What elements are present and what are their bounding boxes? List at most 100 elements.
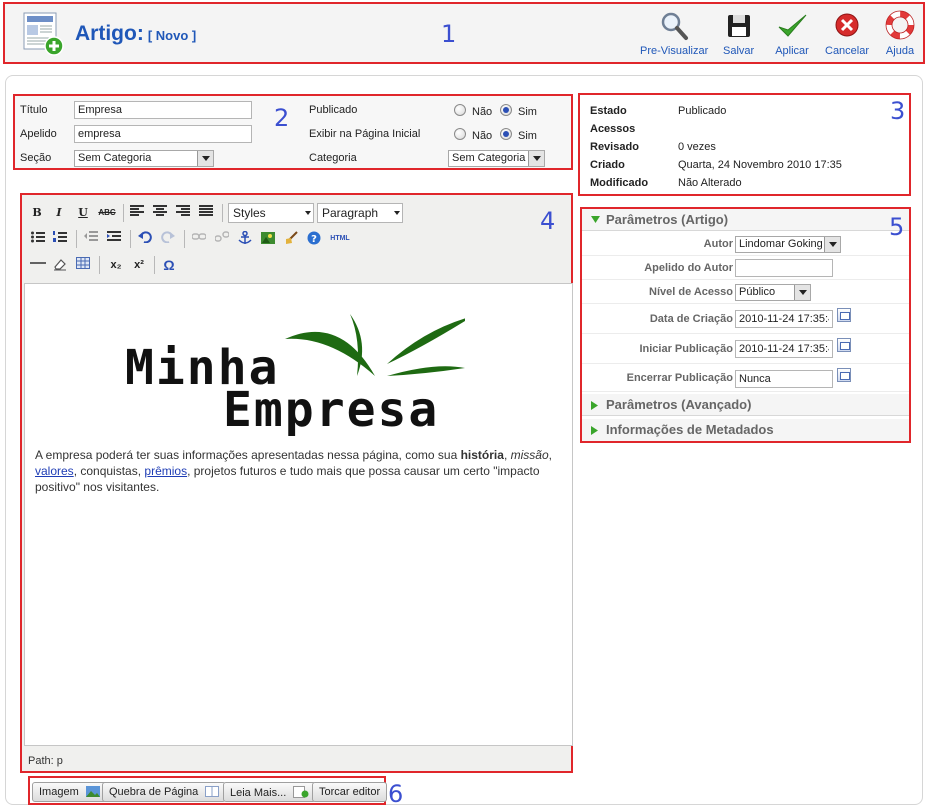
quebra-pagina-button[interactable]: Quebra de Página [102, 782, 227, 802]
align-center-button[interactable] [152, 205, 168, 221]
horizontal-rule-button[interactable] [30, 257, 46, 273]
numbered-list-icon [53, 231, 67, 242]
underline-button[interactable]: U [76, 205, 90, 221]
status-panel: Estado Publicado Acessos Revisado 0 veze… [578, 93, 911, 196]
bullet-list-button[interactable] [30, 231, 46, 247]
imagem-button[interactable]: Imagem [32, 782, 107, 802]
link-premios[interactable]: prêmios [144, 464, 187, 478]
autor-select[interactable]: Lindomar Goking [735, 236, 841, 253]
parameters-panel: Parâmetros (Artigo) 5 Autor Lindomar Gok… [580, 207, 911, 443]
link-button[interactable] [191, 231, 207, 247]
anchor-icon [238, 230, 252, 244]
preview-button[interactable]: Pre-Visualizar [640, 10, 708, 57]
titulo-input[interactable] [74, 101, 252, 119]
encerrar-publicacao-row: Encerrar Publicação [582, 364, 909, 392]
editor-extra-buttons: Imagem Quebra de Página Leia Mais... Tor… [28, 776, 388, 805]
publicado-nao-radio[interactable] [454, 104, 466, 116]
apply-button[interactable]: Aplicar [775, 10, 809, 57]
insert-image-button[interactable] [260, 231, 276, 247]
section-parametros-artigo[interactable]: Parâmetros (Artigo) [582, 209, 909, 231]
broom-icon [286, 231, 298, 244]
apelido-input[interactable] [74, 125, 252, 143]
redo-button[interactable] [160, 231, 176, 247]
publicado-nao-label: Não [472, 106, 493, 118]
help-button[interactable]: Ajuda [885, 10, 915, 57]
toolbar-separator [130, 230, 131, 248]
editor-content-area[interactable]: Minha Empresa A empresa poderá ter suas … [24, 283, 573, 746]
publicado-label: Publicado [309, 104, 358, 116]
exibir-sim-radio[interactable] [500, 128, 512, 140]
chevron-down-icon [794, 285, 810, 300]
article-new-icon [22, 11, 66, 57]
outdent-button[interactable] [83, 231, 99, 247]
autor-row: Autor Lindomar Goking [582, 232, 909, 256]
leia-mais-button[interactable]: Leia Mais... [223, 782, 317, 802]
indent-button[interactable] [106, 231, 122, 247]
publicado-sim-radio[interactable] [500, 104, 512, 116]
apelido-autor-label: Apelido do Autor [644, 262, 733, 274]
remove-format-button[interactable] [52, 257, 68, 273]
chevron-down-icon [824, 237, 840, 252]
secao-select[interactable]: Sem Categoria [74, 150, 214, 167]
calendar-icon[interactable] [837, 338, 851, 352]
anchor-button[interactable] [237, 230, 253, 247]
strikethrough-button[interactable]: ABC [96, 205, 118, 221]
help-editor-button[interactable]: ? [306, 231, 322, 247]
apelido-autor-input[interactable] [735, 259, 833, 277]
categoria-select[interactable]: Sem Categoria [448, 150, 545, 167]
italic-word: missão [510, 448, 549, 462]
align-justify-button[interactable] [198, 205, 214, 221]
bullet-list-icon [31, 231, 45, 243]
calendar-icon[interactable] [837, 308, 851, 322]
cancel-button[interactable]: Cancelar [825, 10, 869, 57]
numbered-list-button[interactable] [52, 231, 68, 247]
toggle-editor-button[interactable]: Torcar editor [312, 782, 388, 802]
exibir-sim-label: Sim [518, 130, 537, 142]
section-metadados[interactable]: Informações de Metadados [582, 419, 909, 441]
subscript-button[interactable]: x₂ [107, 257, 125, 273]
redo-icon [161, 231, 175, 244]
data-criacao-input[interactable] [735, 310, 833, 328]
toolbar-separator [99, 256, 100, 274]
secao-label: Seção [20, 152, 52, 164]
bold-word: história [460, 448, 504, 462]
image-icon [85, 786, 100, 797]
superscript-button[interactable]: x² [130, 257, 148, 273]
format-dropdown[interactable]: Paragraph [317, 203, 403, 223]
align-center-icon [153, 205, 167, 216]
undo-button[interactable] [137, 231, 153, 247]
calendar-icon[interactable] [837, 368, 851, 382]
collapsed-arrow-icon [591, 401, 598, 410]
chevron-down-icon [528, 151, 544, 166]
categoria-label: Categoria [309, 152, 357, 164]
encerrar-publicacao-input[interactable] [735, 370, 833, 388]
html-button[interactable]: HTML [328, 231, 352, 247]
nivel-acesso-select[interactable]: Público [735, 284, 811, 301]
callout-1: 1 [441, 20, 457, 48]
special-char-button[interactable]: Ω [160, 257, 178, 273]
outdent-icon [84, 231, 98, 241]
data-criacao-row: Data de Criação [582, 304, 909, 334]
toolbar-separator [222, 204, 223, 222]
align-right-button[interactable] [175, 205, 191, 221]
criado-value: Quarta, 24 Novembro 2010 17:35 [678, 159, 842, 171]
align-left-button[interactable] [129, 205, 145, 221]
cleanup-button[interactable] [283, 231, 299, 247]
styles-dropdown[interactable]: Styles [228, 203, 314, 223]
modificado-label: Modificado [590, 177, 649, 189]
toolbar-separator [123, 204, 124, 222]
details-panel: Título Apelido Seção Sem Categoria 2 Pub… [13, 94, 573, 170]
unlink-button[interactable] [214, 231, 230, 247]
save-button[interactable]: Salvar [723, 10, 754, 57]
page-subtitle: [ Novo ] [147, 28, 197, 43]
section-parametros-avancado[interactable]: Parâmetros (Avançado) [582, 394, 909, 416]
exibir-nao-radio[interactable] [454, 128, 466, 140]
iniciar-publicacao-input[interactable] [735, 340, 833, 358]
bold-button[interactable]: B [30, 205, 44, 221]
link-valores[interactable]: valores [35, 464, 74, 478]
table-button[interactable] [75, 257, 91, 273]
logo-text-empresa: Empresa [223, 382, 440, 438]
editor-toolbar-row-1: B I U ABC Styles Paragraph [22, 200, 571, 226]
italic-button[interactable]: I [52, 205, 66, 221]
undo-icon [138, 231, 152, 244]
